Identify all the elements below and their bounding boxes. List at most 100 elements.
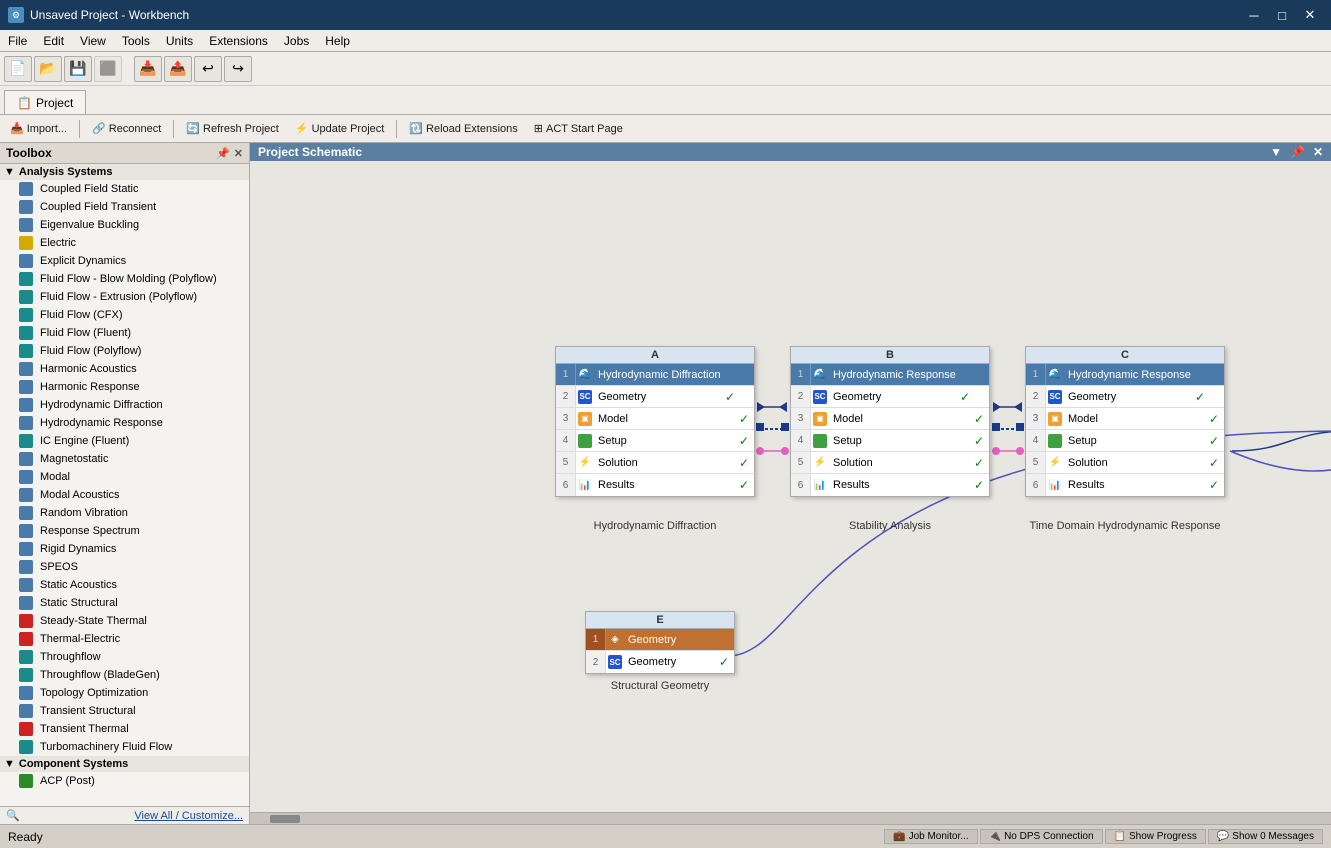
maximize-button[interactable]: □ bbox=[1269, 5, 1295, 25]
item-harmonic-acoustics[interactable]: Harmonic Acoustics bbox=[0, 360, 249, 378]
reload-button[interactable]: 🔃 Reload Extensions bbox=[403, 120, 523, 137]
row-C-5[interactable]: 5 ⚡ Solution ✓ bbox=[1026, 452, 1224, 474]
minimize-button[interactable]: ─ bbox=[1241, 5, 1267, 25]
item-static-acoustics[interactable]: Static Acoustics bbox=[0, 576, 249, 594]
item-modal-acoustics[interactable]: Modal Acoustics bbox=[0, 486, 249, 504]
redo-button[interactable]: ↪ bbox=[224, 56, 252, 82]
item-throughflow-bladegen[interactable]: Throughflow (BladeGen) bbox=[0, 666, 249, 684]
item-turbomachinery[interactable]: Turbomachinery Fluid Flow bbox=[0, 738, 249, 756]
toolbox-pin-icon[interactable]: 📌 bbox=[216, 147, 230, 160]
item-transient-thermal[interactable]: Transient Thermal bbox=[0, 720, 249, 738]
item-harmonic-response[interactable]: Harmonic Response bbox=[0, 378, 249, 396]
row-C-6[interactable]: 6 📊 Results ✓ bbox=[1026, 474, 1224, 496]
row-B-5[interactable]: 5 ⚡ Solution ✓ bbox=[791, 452, 989, 474]
row-B-2[interactable]: 2 SC Geometry ✓ bbox=[791, 386, 989, 408]
item-acp-post[interactable]: ACP (Post) bbox=[0, 772, 249, 790]
row-E-1[interactable]: 1 ◈ Geometry bbox=[586, 629, 734, 651]
item-ic-engine[interactable]: IC Engine (Fluent) bbox=[0, 432, 249, 450]
item-transient-structural[interactable]: Transient Structural bbox=[0, 702, 249, 720]
menu-help[interactable]: Help bbox=[317, 32, 358, 50]
dps-button[interactable]: 🔌 No DPS Connection bbox=[980, 829, 1103, 844]
undo-button[interactable]: ↩ bbox=[194, 56, 222, 82]
import-button[interactable]: 📥 bbox=[134, 56, 162, 82]
menu-file[interactable]: File bbox=[0, 32, 35, 50]
item-modal[interactable]: Modal bbox=[0, 468, 249, 486]
save-button[interactable]: 💾 bbox=[64, 56, 92, 82]
item-thermal-electric[interactable]: Thermal-Electric bbox=[0, 630, 249, 648]
schematic-dropdown-icon[interactable]: ▼ bbox=[1270, 145, 1282, 159]
item-coupled-field-transient[interactable]: Coupled Field Transient bbox=[0, 198, 249, 216]
schematic-header-controls[interactable]: ▼ 📌 ✕ bbox=[1270, 145, 1323, 159]
transient-thermal-icon bbox=[18, 721, 34, 737]
section-component[interactable]: ▼ Component Systems bbox=[0, 756, 249, 772]
window-controls[interactable]: ─ □ ✕ bbox=[1241, 5, 1323, 25]
show-progress-label: Show Progress bbox=[1129, 831, 1197, 842]
item-coupled-field-static[interactable]: Coupled Field Static bbox=[0, 180, 249, 198]
row-A-4[interactable]: 4 Setup ✓ bbox=[556, 430, 754, 452]
item-rigid-dynamics[interactable]: Rigid Dynamics bbox=[0, 540, 249, 558]
row-B-4[interactable]: 4 Setup ✓ bbox=[791, 430, 989, 452]
menu-view[interactable]: View bbox=[72, 32, 114, 50]
export-button[interactable]: 📤 bbox=[164, 56, 192, 82]
toolbox-close-icon[interactable]: ✕ bbox=[234, 147, 243, 160]
item-fluid-flow-cfx[interactable]: Fluid Flow (CFX) bbox=[0, 306, 249, 324]
refresh-button[interactable]: 🔄 Refresh Project bbox=[180, 120, 285, 137]
row-B-3[interactable]: 3 ▣ Model ✓ bbox=[791, 408, 989, 430]
row-B-1[interactable]: 1 🌊 Hydrodynamic Response bbox=[791, 364, 989, 386]
schematic-close-icon[interactable]: ✕ bbox=[1313, 145, 1323, 159]
menu-units[interactable]: Units bbox=[158, 32, 201, 50]
row-icon: 🌊 bbox=[811, 369, 829, 380]
menu-extensions[interactable]: Extensions bbox=[201, 32, 276, 50]
update-button[interactable]: ⚡ Update Project bbox=[289, 120, 390, 137]
item-fluid-flow-blow[interactable]: Fluid Flow - Blow Molding (Polyflow) bbox=[0, 270, 249, 288]
item-eigenvalue-buckling[interactable]: Eigenvalue Buckling bbox=[0, 216, 249, 234]
item-fluid-flow-polyflow[interactable]: Fluid Flow (Polyflow) bbox=[0, 342, 249, 360]
item-steady-state-thermal[interactable]: Steady-State Thermal bbox=[0, 612, 249, 630]
item-response-spectrum[interactable]: Response Spectrum bbox=[0, 522, 249, 540]
row-C-4[interactable]: 4 Setup ✓ bbox=[1026, 430, 1224, 452]
import-action-button[interactable]: 📥 Import... bbox=[4, 120, 73, 137]
view-all-link[interactable]: View All / Customize... bbox=[134, 810, 243, 822]
act-start-button[interactable]: ⊞ ACT Start Page bbox=[528, 120, 629, 137]
item-hydrodynamic-response[interactable]: Hydrodynamic Response bbox=[0, 414, 249, 432]
row-A-3[interactable]: 3 ▣ Model ✓ bbox=[556, 408, 754, 430]
item-speos[interactable]: SPEOS bbox=[0, 558, 249, 576]
tab-project[interactable]: 📋 Project bbox=[4, 90, 86, 114]
menu-jobs[interactable]: Jobs bbox=[276, 32, 317, 50]
item-explicit-dynamics[interactable]: Explicit Dynamics bbox=[0, 252, 249, 270]
open-button[interactable]: 📂 bbox=[34, 56, 62, 82]
item-fluid-flow-extrusion[interactable]: Fluid Flow - Extrusion (Polyflow) bbox=[0, 288, 249, 306]
new-button[interactable]: 📄 bbox=[4, 56, 32, 82]
toolbox-header-controls[interactable]: 📌 ✕ bbox=[216, 147, 243, 160]
row-label: Model bbox=[594, 413, 734, 425]
item-throughflow[interactable]: Throughflow bbox=[0, 648, 249, 666]
row-A-2[interactable]: 2 SC Geometry ✓ bbox=[556, 386, 754, 408]
schematic-scroll[interactable]: A 1 🌊 Hydrodynamic Diffraction 2 SC Geom… bbox=[250, 161, 1331, 812]
row-A-5[interactable]: 5 ⚡ Solution ✓ bbox=[556, 452, 754, 474]
row-status: ✓ bbox=[1204, 478, 1224, 492]
item-fluid-flow-fluent[interactable]: Fluid Flow (Fluent) bbox=[0, 324, 249, 342]
schematic-pin-icon[interactable]: 📌 bbox=[1290, 145, 1305, 159]
row-A-1[interactable]: 1 🌊 Hydrodynamic Diffraction bbox=[556, 364, 754, 386]
row-A-6[interactable]: 6 📊 Results ✓ bbox=[556, 474, 754, 496]
job-monitor-button[interactable]: 💼 Job Monitor... bbox=[884, 829, 977, 844]
row-E-2[interactable]: 2 SC Geometry ✓ bbox=[586, 651, 734, 673]
item-magnetostatic[interactable]: Magnetostatic bbox=[0, 450, 249, 468]
row-C-3[interactable]: 3 ▣ Model ✓ bbox=[1026, 408, 1224, 430]
item-random-vibration[interactable]: Random Vibration bbox=[0, 504, 249, 522]
row-B-6[interactable]: 6 📊 Results ✓ bbox=[791, 474, 989, 496]
item-hydrodynamic-diffraction[interactable]: Hydrodynamic Diffraction bbox=[0, 396, 249, 414]
horizontal-scrollbar[interactable] bbox=[250, 812, 1331, 824]
menu-edit[interactable]: Edit bbox=[35, 32, 72, 50]
close-button[interactable]: ✕ bbox=[1297, 5, 1323, 25]
show-progress-button[interactable]: 📋 Show Progress bbox=[1105, 829, 1206, 844]
section-analysis[interactable]: ▼ Analysis Systems bbox=[0, 164, 249, 180]
item-electric[interactable]: Electric bbox=[0, 234, 249, 252]
row-C-1[interactable]: 1 🌊 Hydrodynamic Response bbox=[1026, 364, 1224, 386]
item-topology-optimization[interactable]: Topology Optimization bbox=[0, 684, 249, 702]
reconnect-button[interactable]: 🔗 Reconnect bbox=[86, 120, 167, 137]
row-C-2[interactable]: 2 SC Geometry ✓ bbox=[1026, 386, 1224, 408]
show-messages-button[interactable]: 💬 Show 0 Messages bbox=[1208, 829, 1323, 844]
item-static-structural[interactable]: Static Structural bbox=[0, 594, 249, 612]
menu-tools[interactable]: Tools bbox=[114, 32, 158, 50]
